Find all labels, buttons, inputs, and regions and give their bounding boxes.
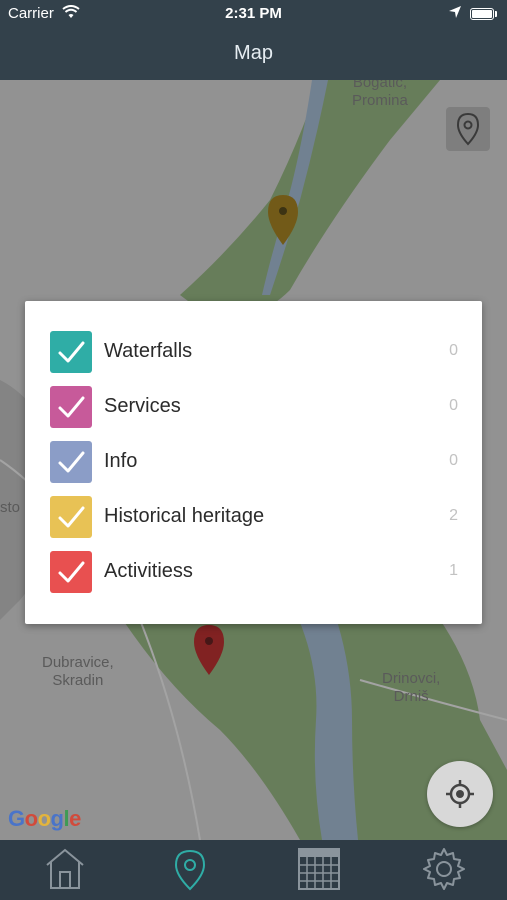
checkbox[interactable] — [50, 441, 92, 483]
status-time: 2:31 PM — [225, 5, 282, 22]
filter-count: 0 — [449, 342, 458, 359]
filter-label: Info — [104, 450, 138, 472]
checkmark-icon — [58, 341, 85, 363]
calendar-icon — [298, 848, 340, 890]
status-bar: Carrier 2:31 PM — [0, 0, 507, 28]
tab-calendar[interactable] — [277, 840, 357, 900]
checkmark-icon — [58, 506, 85, 528]
filter-label: Activitiess — [104, 560, 193, 582]
tab-bar — [0, 840, 507, 900]
gear-icon — [423, 848, 465, 890]
filter-label: Waterfalls — [104, 340, 193, 362]
crosshair-icon — [446, 780, 474, 808]
filter-count: 2 — [449, 507, 458, 524]
nav-bar: Map — [0, 28, 507, 80]
checkmark-icon — [58, 451, 85, 473]
location-arrow-icon — [448, 5, 462, 23]
filter-row-info[interactable]: Info 0 — [50, 441, 458, 483]
checkmark-icon — [58, 396, 85, 418]
filter-label: Services — [104, 395, 181, 417]
map-pin-icon — [174, 849, 206, 891]
filter-count: 0 — [449, 452, 458, 469]
battery-tip — [495, 11, 497, 17]
map-pin-icon — [456, 112, 480, 146]
category-filter-dialog: Waterfalls 0 Services 0 Info 0 Historica… — [25, 301, 482, 624]
filter-count: 1 — [449, 562, 458, 579]
checkbox[interactable] — [50, 386, 92, 428]
my-location-button[interactable] — [427, 761, 493, 827]
google-logo: Google — [8, 806, 81, 831]
checkbox[interactable] — [50, 496, 92, 538]
filter-row-activities[interactable]: Activitiess 1 — [50, 551, 458, 593]
checkmark-icon — [58, 561, 85, 583]
filter-row-waterfalls[interactable]: Waterfalls 0 — [50, 331, 458, 373]
page-title: Map — [234, 42, 273, 64]
home-icon — [46, 848, 84, 889]
tab-settings[interactable] — [402, 840, 482, 900]
checkbox[interactable] — [50, 551, 92, 593]
filter-count: 0 — [449, 397, 458, 414]
filter-row-services[interactable]: Services 0 — [50, 386, 458, 428]
checkbox[interactable] — [50, 331, 92, 373]
map-pin-button[interactable] — [446, 107, 490, 151]
battery-icon — [470, 8, 494, 20]
filter-label: Historical heritage — [104, 505, 265, 527]
tab-home[interactable] — [25, 840, 105, 900]
tab-map[interactable] — [150, 840, 230, 900]
filter-row-historical-heritage[interactable]: Historical heritage 2 — [50, 496, 458, 538]
